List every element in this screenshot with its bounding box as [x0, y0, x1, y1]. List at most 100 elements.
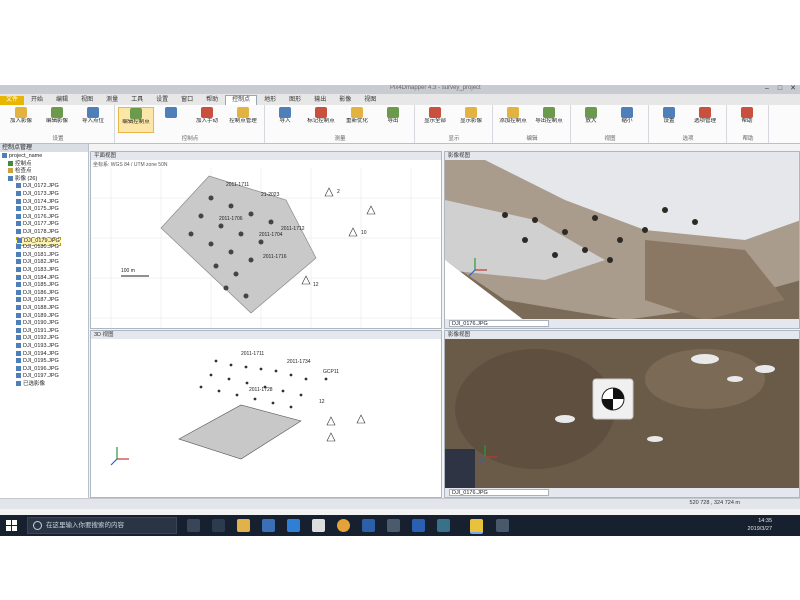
ribbon-button[interactable]: 加入影像: [4, 107, 38, 131]
tree-item[interactable]: DJI_0184.JPG: [16, 275, 59, 282]
app-icon[interactable]: [387, 519, 400, 532]
image-select-dropdown[interactable]: DJI_0176.JPG: [449, 320, 549, 327]
app-icon[interactable]: [496, 519, 509, 532]
tree-item[interactable]: 已选影像: [16, 381, 45, 388]
image-view-bottom[interactable]: 影像视图 DJI_0176.JPG: [444, 330, 800, 498]
tree-item[interactable]: DJI_0174.JPG: [16, 199, 59, 206]
ribbon-button-label: 编辑影像: [45, 118, 68, 124]
tab-4[interactable]: 测量: [100, 96, 124, 105]
tree-item[interactable]: DJI_0192.JPG: [16, 335, 59, 342]
store-icon[interactable]: [262, 519, 275, 532]
tree-item[interactable]: DJI_0183.JPG: [16, 267, 59, 274]
tree-item[interactable]: DJI_0197.JPG: [16, 373, 59, 380]
tree-item[interactable]: DJI_0186.JPG: [16, 290, 59, 297]
ribbon-button[interactable]: 显示影像: [454, 107, 488, 131]
plan-view-canvas[interactable]: 2011-1711 21-2023 2 2011-1706 2011-1704 …: [91, 168, 442, 328]
ribbon-button[interactable]: 控制点管理: [226, 107, 260, 131]
tree-item[interactable]: DJI_0188.JPG: [16, 305, 59, 312]
ribbon-button[interactable]: 加入手动: [190, 107, 224, 131]
tab-0[interactable]: 文件: [0, 96, 25, 105]
tree-item[interactable]: DJI_0173.JPG: [16, 191, 59, 198]
tab-11[interactable]: 图形: [283, 96, 307, 105]
tree-item[interactable]: DJI_0177.JPG: [16, 221, 59, 228]
tab-7[interactable]: 窗口: [175, 96, 199, 105]
windows-start-icon[interactable]: [6, 520, 17, 531]
ribbon-button[interactable]: 编辑影像: [40, 107, 74, 131]
tab-3[interactable]: 视图: [75, 96, 99, 105]
tab-14[interactable]: 视图: [358, 96, 382, 105]
word-icon[interactable]: [412, 519, 425, 532]
3d-view-canvas[interactable]: 2011-1711 2011-1734 GCP11 2011-1728 12: [91, 339, 442, 489]
ribbon-button[interactable]: 缩小: [610, 107, 644, 131]
close-icon[interactable]: ✕: [788, 85, 798, 93]
taskbar-search[interactable]: 在这里输入你要搜索的内容: [27, 517, 177, 534]
tree-item[interactable]: 影像 (26): [8, 176, 37, 183]
ribbon-button[interactable]: 导入: [268, 107, 302, 131]
ribbon-button[interactable]: 重新优化: [340, 107, 374, 131]
ribbon-button[interactable]: 导出控制点: [532, 107, 566, 131]
minimize-icon[interactable]: –: [762, 85, 772, 93]
ribbon-button[interactable]: 选项管理: [688, 107, 722, 131]
edge-browser-icon[interactable]: [287, 519, 300, 532]
chrome-icon[interactable]: [337, 519, 350, 532]
tree-item[interactable]: DJI_0196.JPG: [16, 366, 59, 373]
ribbon-button[interactable]: 添加控制点: [496, 107, 530, 131]
tree-item[interactable]: DJI_0172.JPG: [16, 183, 59, 190]
tab-9[interactable]: 控制点: [225, 95, 258, 105]
tab-13[interactable]: 影像: [333, 96, 357, 105]
gcp-label: 2011-1712: [281, 226, 305, 232]
tree-item[interactable]: DJI_0193.JPG: [16, 343, 59, 350]
image-select-dropdown[interactable]: DJI_0176.JPG: [449, 489, 549, 496]
ribbon-button[interactable]: 显示全部: [418, 107, 452, 131]
zoom-image[interactable]: [445, 339, 800, 490]
tree-item[interactable]: DJI_0181.JPG: [16, 252, 59, 259]
aerial-image[interactable]: [445, 160, 800, 321]
ribbon-tool-icon: [130, 108, 142, 119]
tree-item[interactable]: DJI_0185.JPG: [16, 282, 59, 289]
tree-item[interactable]: DJI_0178.JPG: [16, 229, 59, 236]
tab-2[interactable]: 编辑: [50, 96, 74, 105]
task-view-icon[interactable]: [187, 519, 200, 532]
image-view-top[interactable]: 影像视图 DJI_0176.JPG: [444, 151, 800, 329]
tree-item[interactable]: DJI_0190.JPG: [16, 320, 59, 327]
ribbon-button[interactable]: 帮助: [730, 107, 764, 131]
file-explorer-icon[interactable]: [237, 519, 250, 532]
ribbon-button[interactable]: 放大: [574, 107, 608, 131]
tab-8[interactable]: 帮助: [200, 96, 224, 105]
tab-5[interactable]: 工具: [125, 96, 149, 105]
tree-item[interactable]: DJI_0182.JPG: [16, 259, 59, 266]
tree-item[interactable]: 检查点: [8, 168, 32, 175]
tree-item[interactable]: DJI_0180.JPG: [16, 244, 59, 251]
ribbon-button[interactable]: 标记控制点: [304, 107, 338, 131]
3d-view[interactable]: 3D 视图 2011-1711 2011-1734 GCP11 2011-172…: [90, 330, 442, 498]
outlook-icon[interactable]: [362, 519, 375, 532]
tree-item[interactable]: project_name: [2, 153, 42, 160]
maximize-icon[interactable]: □: [775, 85, 785, 93]
system-clock[interactable]: 14:35 2019/3/27: [748, 517, 772, 533]
ribbon-button[interactable]: 编辑控制点: [118, 107, 154, 133]
ribbon-button[interactable]: [154, 107, 188, 131]
image-icon: [16, 343, 21, 349]
ribbon-button[interactable]: 导出: [376, 107, 410, 131]
tab-6[interactable]: 设置: [150, 96, 174, 105]
tree-item[interactable]: DJI_0194.JPG: [16, 351, 59, 358]
tab-1[interactable]: 开始: [25, 96, 49, 105]
photos-icon[interactable]: [437, 519, 450, 532]
tree-item[interactable]: DJI_0195.JPG: [16, 358, 59, 365]
mail-icon[interactable]: [212, 519, 225, 532]
tab-12[interactable]: 输出: [308, 96, 332, 105]
ribbon-button[interactable]: 设置: [652, 107, 686, 131]
ribbon-button[interactable]: 导入点位: [76, 107, 110, 131]
tree-item[interactable]: DJI_0175.JPG: [16, 206, 59, 213]
image-icon: [8, 175, 13, 181]
tree-item[interactable]: 控制点: [8, 161, 32, 168]
tree-item[interactable]: DJI_0176.JPG: [16, 214, 59, 221]
plan-view[interactable]: 平面视图 坐标系: WGS 84 / UTM zone 50N 2011-171…: [90, 151, 442, 329]
tree-item[interactable]: DJI_0189.JPG: [16, 313, 59, 320]
app-icon[interactable]: [312, 519, 325, 532]
image-icon: [16, 289, 21, 295]
tree-item[interactable]: DJI_0191.JPG: [16, 328, 59, 335]
pix4d-app-icon[interactable]: [470, 519, 483, 534]
tab-10[interactable]: 地形: [258, 96, 282, 105]
tree-item[interactable]: DJI_0187.JPG: [16, 297, 59, 304]
